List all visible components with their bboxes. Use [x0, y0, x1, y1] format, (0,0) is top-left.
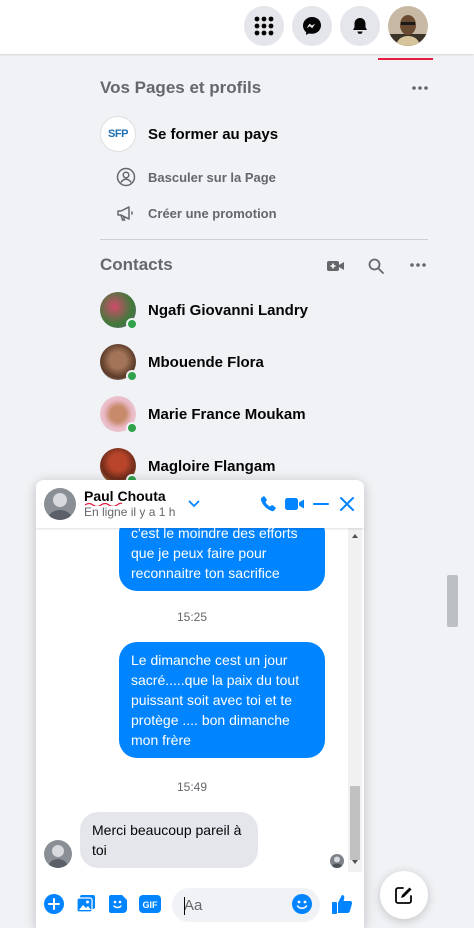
voice-call-button[interactable]: [257, 493, 279, 515]
page-logo-text: SFP: [108, 128, 128, 140]
gif-button[interactable]: GIF: [138, 892, 162, 916]
switch-profile-icon: [116, 167, 136, 187]
contact-name: Mbouende Flora: [148, 353, 264, 371]
received-message-bubble: Merci beaucoup pareil à toi: [80, 812, 258, 868]
message-composer: GIF: [36, 880, 364, 928]
sent-message-bubble: Le dimanche cest un jour sacré.....que l…: [119, 642, 325, 758]
top-navigation-bar: [0, 0, 474, 54]
contact-avatar-image: [44, 488, 76, 520]
create-promotion-label: Créer une promotion: [148, 205, 277, 221]
chat-contact-avatar[interactable]: [44, 488, 76, 520]
avatar: [100, 344, 138, 382]
contact-name: Ngafi Giovanni Landry: [148, 301, 309, 319]
contact-item[interactable]: Ngafi Giovanni Landry: [100, 292, 309, 330]
phone-icon: [260, 496, 276, 512]
messenger-icon: [303, 17, 321, 35]
sender-avatar: [44, 840, 72, 868]
more-dots-icon: [412, 86, 428, 90]
pages-section-title: Vos Pages et profils: [100, 78, 262, 97]
compose-icon: [395, 887, 412, 904]
video-plus-icon: [327, 261, 344, 271]
contact-item[interactable]: Marie France Moukam: [100, 396, 306, 434]
sticker-button[interactable]: [106, 892, 130, 916]
more-actions-button[interactable]: [42, 892, 66, 916]
contacts-options-button[interactable]: [406, 253, 430, 277]
chevron-down-icon: [188, 500, 200, 508]
page-item-se-former-au-pays[interactable]: SFP Se former au pays: [100, 116, 278, 152]
message-timestamp: 15:49: [176, 780, 208, 794]
profile-avatar: [388, 6, 428, 46]
attach-photo-button[interactable]: [74, 892, 98, 916]
video-call-button[interactable]: [284, 493, 306, 515]
switch-to-page-link[interactable]: Basculer sur la Page: [116, 167, 276, 187]
gif-icon: GIF: [139, 895, 161, 913]
page-logo: SFP: [100, 116, 136, 152]
megaphone-icon: [117, 206, 133, 221]
new-message-button[interactable]: [380, 871, 428, 919]
contacts-section-title: Contacts: [100, 255, 173, 274]
thumbs-up-icon: [332, 895, 353, 914]
sticker-icon: [109, 895, 127, 913]
notifications-button[interactable]: [340, 6, 380, 46]
text-cursor: [184, 897, 185, 915]
bell-icon: [353, 18, 367, 34]
emoji-button[interactable]: [290, 892, 314, 916]
sender-avatar-image: [44, 840, 72, 868]
chat-header[interactable]: Paul Chouta En ligne il y a 1 h: [36, 480, 364, 528]
avatar: [100, 396, 138, 434]
menu-button[interactable]: [244, 6, 284, 46]
chat-scrollbar-thumb[interactable]: [350, 786, 360, 860]
close-icon: [340, 497, 354, 511]
section-divider: [100, 239, 428, 240]
messenger-button[interactable]: [292, 6, 332, 46]
page-name: Se former au pays: [148, 125, 279, 143]
online-indicator: [126, 318, 138, 330]
sent-message-bubble: c'est le moindre des efforts que je peux…: [119, 528, 325, 591]
page-scrollbar[interactable]: [445, 54, 459, 928]
switch-to-page-label: Basculer sur la Page: [148, 169, 276, 185]
like-button[interactable]: [330, 892, 354, 916]
grid-menu-icon: [254, 16, 274, 36]
online-indicator: [126, 422, 138, 434]
avatar: [100, 292, 138, 330]
online-indicator: [126, 370, 138, 382]
chat-options-button[interactable]: [183, 493, 205, 515]
seen-avatar-image: [330, 854, 344, 868]
page-scrollbar-thumb[interactable]: [447, 575, 458, 627]
minimize-icon: [313, 503, 329, 505]
more-dots-icon: [410, 263, 426, 267]
seen-receipt-avatar: [330, 854, 344, 868]
create-promotion-link[interactable]: Créer une promotion: [116, 203, 277, 223]
account-avatar[interactable]: [388, 6, 428, 46]
pages-options-button[interactable]: [408, 76, 432, 100]
active-tab-indicator: [378, 58, 433, 60]
chat-messages[interactable]: c'est le moindre des efforts que je peux…: [36, 528, 348, 872]
chat-window: Paul Chouta En ligne il y a 1 h c'est le…: [36, 480, 364, 928]
video-camera-icon: [285, 498, 304, 510]
contact-item[interactable]: Mbouende Flora: [100, 344, 264, 382]
svg-text:GIF: GIF: [143, 900, 159, 910]
avatar: [100, 448, 138, 486]
new-room-button[interactable]: [324, 254, 348, 278]
contact-name: Marie France Moukam: [148, 405, 306, 423]
search-contacts-button[interactable]: [364, 254, 388, 278]
message-timestamp: 15:25: [176, 610, 208, 624]
chat-contact-status: En ligne il y a 1 h: [84, 505, 176, 519]
photo-icon: [76, 895, 95, 913]
contact-item[interactable]: Magloire Flangam: [100, 448, 276, 486]
emoji-smile-icon: [292, 894, 312, 914]
contact-name: Magloire Flangam: [148, 457, 276, 475]
search-icon: [368, 258, 384, 274]
scroll-up-arrow-icon: [352, 534, 358, 538]
plus-circle-icon: [44, 894, 64, 914]
close-chat-button[interactable]: [336, 493, 358, 515]
minimize-chat-button[interactable]: [310, 493, 332, 515]
